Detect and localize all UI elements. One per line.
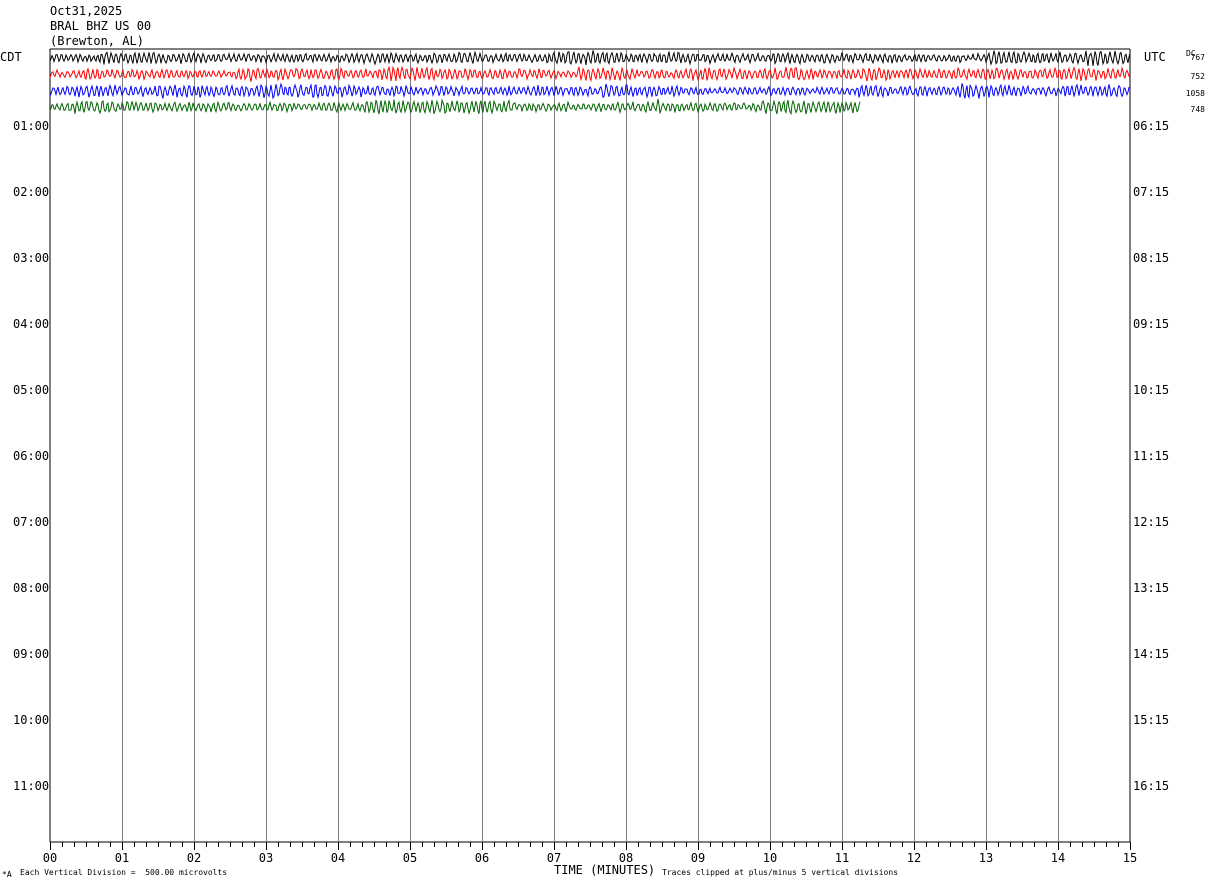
left-row-label: 08:00: [13, 581, 49, 595]
dc-offset-label: 1058: [1186, 89, 1205, 98]
right-row-label: 07:15: [1133, 185, 1169, 199]
x-tick-label: 06: [475, 851, 489, 865]
x-tick-label: 15: [1123, 851, 1137, 865]
right-row-label: 12:15: [1133, 515, 1169, 529]
right-row-label: 16:15: [1133, 779, 1169, 793]
scale-note: Each Vertical Division = 500.00 microvol…: [20, 868, 228, 877]
left-row-label: 01:00: [13, 119, 49, 133]
axis-labels: 00 01 02 03 04 05 06 07 08 09 10 11 12 13 14 1501:0002:…: [13, 53, 1205, 865]
left-row-label: 10:00: [13, 713, 49, 727]
x-tick-label: 03: [259, 851, 273, 865]
x-tick-label: 09: [691, 851, 705, 865]
seismic-trace: [49, 82, 1131, 100]
seismic-trace: [49, 65, 1131, 83]
right-row-label: 09:15: [1133, 317, 1169, 331]
x-tick-label: 14: [1051, 851, 1065, 865]
helicorder-plot: 00 01 02 03 04 05 06 07 08 09 10 11 12 13 14 1501:0002:…: [13, 48, 1205, 865]
left-row-label: 11:00: [13, 779, 49, 793]
x-tick-label: 13: [979, 851, 993, 865]
left-row-label: 06:00: [13, 449, 49, 463]
right-row-label: 10:15: [1133, 383, 1169, 397]
left-row-label: 04:00: [13, 317, 49, 331]
x-tick-label: 10: [763, 851, 777, 865]
x-tick-label: 02: [187, 851, 201, 865]
seismic-trace: [49, 50, 1131, 66]
left-row-label: 03:00: [13, 251, 49, 265]
x-tick-label: 05: [403, 851, 417, 865]
left-row-label: 05:00: [13, 383, 49, 397]
seismic-trace: [49, 98, 861, 116]
seismic-traces: [49, 50, 1131, 116]
right-row-label: 06:15: [1133, 119, 1169, 133]
left-row-label: 02:00: [13, 185, 49, 199]
x-tick-label: 01: [115, 851, 129, 865]
right-row-label: 13:15: [1133, 581, 1169, 595]
right-row-label: 14:15: [1133, 647, 1169, 661]
dc-offset-label: 748: [1191, 105, 1206, 114]
dc-offset-label: 752: [1191, 72, 1206, 81]
x-tick-label: 12: [907, 851, 921, 865]
x-tick-label: 00: [43, 851, 57, 865]
grid-lines: [49, 48, 1131, 850]
x-axis-title: TIME (MINUTES): [554, 863, 656, 877]
x-tick-label: 04: [331, 851, 345, 865]
corner-mark: *A: [2, 870, 12, 879]
right-row-label: 15:15: [1133, 713, 1169, 727]
left-row-label: 07:00: [13, 515, 49, 529]
left-row-label: 09:00: [13, 647, 49, 661]
x-tick-label: 11: [835, 851, 849, 865]
clip-note: Traces clipped at plus/minus 5 vertical …: [662, 868, 899, 877]
dc-offset-label: 767: [1191, 53, 1206, 62]
right-row-label: 08:15: [1133, 251, 1169, 265]
right-row-label: 11:15: [1133, 449, 1169, 463]
